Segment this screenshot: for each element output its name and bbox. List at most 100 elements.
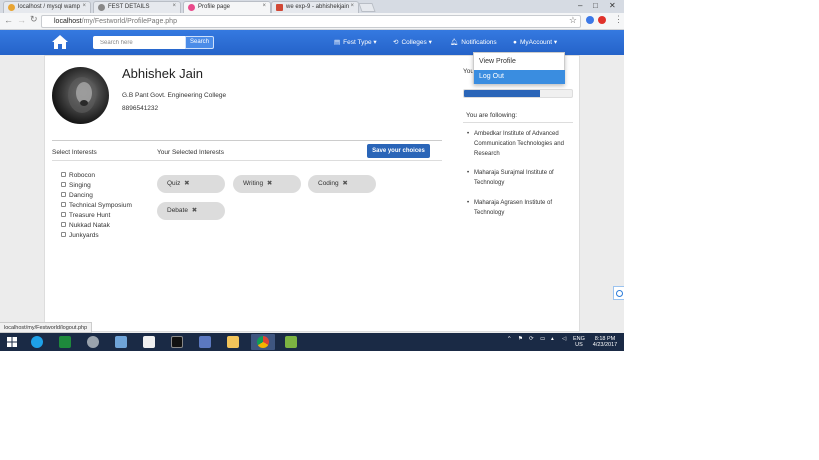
taskbar-editor[interactable] [281, 334, 301, 350]
site-icon [188, 4, 195, 11]
minimize-icon[interactable]: – [578, 0, 582, 11]
checkbox[interactable] [61, 172, 66, 177]
checkbox[interactable] [61, 222, 66, 227]
clock[interactable]: 8:18 PM 4/23/2017 [589, 336, 621, 348]
taskbar-notes[interactable] [195, 334, 215, 350]
close-icon[interactable]: × [82, 3, 86, 9]
browser-window: localhost / mysql wamp × FEST DETAILS × … [0, 0, 624, 351]
taskbar-ie[interactable] [27, 334, 47, 350]
checkbox[interactable] [61, 192, 66, 197]
taskbar-app[interactable] [139, 334, 159, 350]
reload-icon[interactable]: ↻ [30, 14, 38, 25]
divider [463, 122, 573, 123]
interest-option[interactable]: Junkyards [61, 232, 99, 239]
menu-kebab-icon[interactable]: ⋮ [614, 14, 623, 25]
bell-icon: 🔔︎ [450, 39, 459, 46]
fest-type-dropdown[interactable]: ▤ Fest Type ▾ [334, 38, 377, 46]
volume-icon[interactable]: ◁ [562, 336, 566, 342]
taskbar-excel[interactable] [55, 334, 75, 350]
remove-icon[interactable]: ✖ [341, 180, 347, 187]
interest-option[interactable]: Technical Symposium [61, 202, 132, 209]
taskbar-tool[interactable] [83, 334, 103, 350]
teamviewer-icon[interactable] [613, 286, 624, 300]
tab-gmail[interactable]: we exp-9 - abhishekjain × [271, 1, 359, 13]
flag-icon[interactable]: ⚑ [518, 336, 523, 342]
checkbox[interactable] [61, 182, 66, 187]
new-tab-button[interactable] [358, 3, 376, 12]
close-icon[interactable]: × [350, 3, 354, 9]
remove-icon[interactable]: ✖ [182, 180, 189, 187]
interest-option[interactable]: Dancing [61, 192, 93, 199]
tab-label: Profile page [198, 4, 231, 10]
interest-option[interactable]: Treasure Hunt [61, 212, 110, 219]
signal-icon[interactable]: ▴ [551, 336, 554, 342]
forward-icon[interactable]: → [17, 15, 26, 25]
windows-logo-icon [7, 337, 17, 347]
checkbox[interactable] [61, 212, 66, 217]
interest-option[interactable]: Robocon [61, 172, 95, 179]
close-icon[interactable]: × [172, 3, 176, 9]
refresh-icon: ⟲ [393, 39, 399, 46]
taskbar-terminal[interactable] [167, 334, 187, 350]
following-item[interactable]: • Maharaja Agrasen Institute of Technolog… [467, 198, 574, 218]
display-icon[interactable]: ▭ [540, 336, 545, 342]
colleges-dropdown[interactable]: ⟲ Colleges ▾ [393, 38, 432, 46]
interest-label: Robocon [69, 172, 96, 179]
chip-label: Writing [243, 180, 264, 187]
close-window-icon[interactable]: ✕ [609, 0, 616, 11]
checkbox[interactable] [61, 232, 66, 237]
tab-label: we exp-9 - abhishekjain [286, 4, 350, 10]
interest-chip[interactable]: Writing ✖ [233, 175, 301, 193]
interest-option[interactable]: Nukkad Natak [61, 222, 110, 229]
taskbar-explorer[interactable] [223, 334, 243, 350]
tab-fest-details[interactable]: FEST DETAILS × [93, 1, 181, 13]
browser-toolbar: ← → ↻ localhost/my/Festworld/ProfilePage… [0, 13, 624, 30]
profile-phone: 8896541232 [122, 105, 159, 112]
page-icon [98, 4, 105, 11]
interest-chip[interactable]: Quiz ✖ [157, 175, 225, 193]
remove-icon[interactable]: ✖ [190, 207, 197, 214]
interest-label: Singing [69, 182, 91, 189]
bullet-icon: • [467, 131, 470, 137]
following-item[interactable]: • Ambedkar Institute of Advanced Communic… [467, 129, 574, 159]
interest-label: Treasure Hunt [69, 212, 111, 219]
maximize-icon[interactable]: □ [593, 0, 598, 11]
interest-label: Dancing [69, 192, 93, 199]
editor-icon [285, 336, 297, 348]
tab-label: localhost / mysql wamp [18, 4, 81, 10]
following-label: Maharaja Agrasen Institute of Technology [474, 200, 553, 216]
tab-profile-page[interactable]: Profile page × [183, 1, 271, 13]
start-button[interactable] [2, 334, 22, 350]
save-choices-button[interactable]: Save your choices [367, 144, 430, 158]
tab-phpmyadmin[interactable]: localhost / mysql wamp × [3, 1, 91, 13]
interest-option[interactable]: Singing [61, 182, 91, 189]
interest-chip[interactable]: Debate ✖ [157, 202, 225, 220]
chevron-up-icon[interactable]: ^ [508, 336, 511, 342]
network-icon [115, 336, 127, 348]
address-bar[interactable]: localhost/my/Festworld/ProfilePage.php ☆ [41, 15, 581, 28]
taskbar-network[interactable] [111, 334, 131, 350]
language-indicator[interactable]: ENG US [573, 336, 585, 348]
bookmark-star-icon[interactable]: ☆ [569, 15, 577, 26]
ie-icon [31, 336, 43, 348]
opera-icon[interactable] [598, 16, 606, 24]
checkbox[interactable] [61, 202, 66, 207]
my-account-dropdown[interactable]: ● MyAccount ▾ [513, 38, 557, 46]
search-button[interactable]: Search [185, 36, 214, 49]
interest-chip[interactable]: Coding ✖ [308, 175, 376, 193]
search-input[interactable] [93, 36, 185, 49]
notifications-link[interactable]: 🔔︎ Notifications [450, 38, 497, 46]
extension-icon[interactable] [586, 16, 594, 24]
lion-image [68, 77, 96, 113]
sync-icon[interactable]: ⟳ [529, 336, 534, 342]
log-out-item[interactable]: Log Out [474, 70, 565, 84]
back-icon[interactable]: ← [4, 15, 13, 25]
following-item[interactable]: • Maharaja Surajmal Institute of Technolo… [467, 168, 574, 188]
remove-icon[interactable]: ✖ [265, 180, 272, 187]
home-icon[interactable] [52, 35, 68, 49]
taskbar-chrome[interactable] [251, 334, 275, 350]
close-icon[interactable]: × [262, 3, 266, 9]
tab-strip: localhost / mysql wamp × FEST DETAILS × … [0, 0, 624, 13]
chevron-down-icon: ▾ [553, 39, 558, 46]
view-profile-item[interactable]: View Profile [474, 55, 565, 69]
